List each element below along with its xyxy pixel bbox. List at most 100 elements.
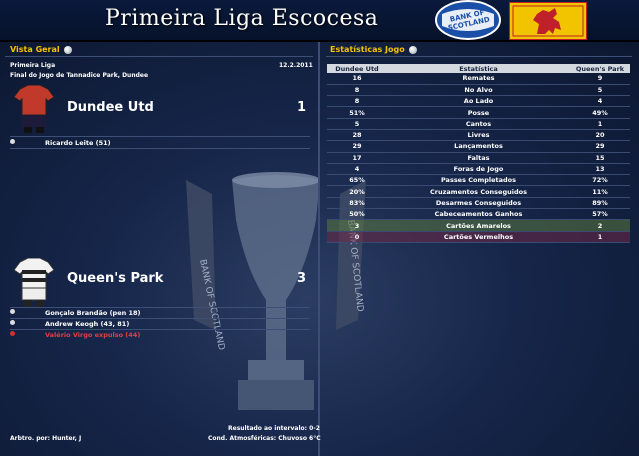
away-stat-value: 4 [570, 95, 630, 108]
home-team-score: 1 [296, 100, 306, 115]
stat-label: No Alvo [387, 84, 570, 97]
info-icon[interactable] [63, 45, 72, 54]
home-stat-value: 4 [327, 163, 387, 176]
goal-icon [10, 139, 15, 144]
table-row: 20% Cruzamentos Conseguidos 11% [327, 185, 630, 198]
away-stat-value: 13 [570, 163, 630, 176]
home-stat-value: 51% [327, 106, 387, 119]
header-home-team[interactable]: Dundee Utd [327, 64, 387, 73]
match-report-panel: BANK OF SCOTLAND BANK OF SCOTLAND Vista … [0, 42, 639, 456]
away-stat-value: 2 [570, 219, 630, 232]
away-team-score: 3 [296, 271, 306, 286]
goal-icon [10, 320, 15, 325]
red-card-icon [10, 331, 15, 336]
away-stat-value: 89% [570, 197, 630, 210]
away-stat-value: 29 [570, 140, 630, 153]
table-row: 83% Desarmes Conseguidos 89% [327, 197, 630, 210]
home-kit-icon [14, 85, 54, 133]
away-goal-event: Gonçalo Brandão (pen 18) [45, 309, 141, 317]
home-stat-value: 83% [327, 197, 387, 210]
stat-label: Cartões Amarelos [387, 219, 570, 232]
home-stat-value: 50% [327, 208, 387, 221]
stat-label: Remates [387, 73, 570, 85]
away-kit-icon [14, 258, 54, 308]
weather-label: Cond. Atmosféricas: Chuvoso 6°C [208, 435, 321, 442]
home-stat-value: 65% [327, 174, 387, 187]
away-stat-value: 57% [570, 208, 630, 221]
away-stat-value: 9 [570, 73, 630, 85]
goal-icon [10, 309, 15, 314]
table-row: 8 No Alvo 5 [327, 84, 630, 97]
away-stat-value: 72% [570, 174, 630, 187]
home-stat-value: 3 [327, 219, 387, 232]
half-time-result: Resultado ao intervalo: 0-2 [228, 425, 320, 432]
table-row: 0 Cartões Vermelhos 1 [327, 231, 630, 243]
table-row: 50% Cabeceamentos Ganhos 57% [327, 208, 630, 221]
stat-label: Foras de Jogo [387, 163, 570, 176]
info-icon[interactable] [408, 45, 417, 54]
table-row: 29 Lançamentos 29 [327, 140, 630, 153]
sponsor-logo: BANK OF SCOTLAND [435, 0, 501, 40]
header-away-team[interactable]: Queen's Park [570, 64, 630, 73]
home-stat-value: 8 [327, 95, 387, 108]
home-stat-value: 29 [327, 140, 387, 153]
table-row: 17 Faltas 15 [327, 152, 630, 164]
stat-label: Cruzamentos Conseguidos [387, 185, 570, 198]
stat-label: Lançamentos [387, 140, 570, 153]
stat-label: Cabeceamentos Ganhos [387, 208, 570, 221]
stat-label: Faltas [387, 152, 570, 164]
table-row: 28 Livres 20 [327, 129, 630, 142]
away-stat-value: 5 [570, 84, 630, 97]
divider [10, 136, 310, 137]
home-stat-value: 16 [327, 73, 387, 85]
competition-label: Primeira Liga [10, 62, 56, 69]
header-statistic: Estatística [387, 64, 570, 73]
match-stats-table: Dundee Utd Estatística Queen's Park 16 Re… [327, 64, 630, 243]
venue-label: Final do Jogo de Tannadice Park, Dundee [10, 72, 149, 79]
away-stat-value: 49% [570, 106, 630, 119]
title-banner: Primeira Liga Escocesa BANK OF SCOTLAND [0, 0, 639, 42]
away-red-card-event: Valério Virgo expulso (44) [45, 331, 141, 339]
table-row: 8 Ao Lado 4 [327, 95, 630, 108]
table-row: 65% Passes Completados 72% [327, 174, 630, 187]
stats-section-title[interactable]: Estatísticas Jogo [330, 45, 417, 54]
stat-label: Posse [387, 106, 570, 119]
stat-label: Cantos [387, 118, 570, 130]
home-stat-value: 0 [327, 231, 387, 243]
away-goal-event: Andrew Keogh (43, 81) [45, 320, 130, 328]
table-row: 3 Cartões Amarelos 2 [327, 219, 630, 232]
match-date: 12.2.2011 [279, 62, 313, 69]
home-stat-value: 17 [327, 152, 387, 164]
divider [5, 56, 313, 57]
overview-title-label: Vista Geral [10, 45, 60, 54]
stat-label: Cartões Vermelhos [387, 231, 570, 243]
away-stat-value: 1 [570, 118, 630, 130]
stat-label: Ao Lado [387, 95, 570, 108]
away-stat-value: 20 [570, 129, 630, 142]
home-stat-value: 5 [327, 118, 387, 130]
stat-label: Livres [387, 129, 570, 142]
stat-label: Desarmes Conseguidos [387, 197, 570, 210]
away-stat-value: 1 [570, 231, 630, 243]
panel-divider [318, 42, 320, 456]
home-team-name[interactable]: Dundee Utd [67, 100, 154, 115]
divider [10, 318, 310, 319]
stat-label: Passes Completados [387, 174, 570, 187]
away-team-name[interactable]: Queen's Park [67, 271, 163, 286]
table-row: 16 Remates 9 [327, 73, 630, 85]
divider [10, 148, 310, 149]
referee-label: Arbtro. por: Hunter, J [10, 435, 82, 442]
home-stat-value: 28 [327, 129, 387, 142]
home-goal-event: Ricardo Leite (51) [45, 139, 111, 147]
table-row: 4 Foras de Jogo 13 [327, 163, 630, 176]
table-row: 5 Cantos 1 [327, 118, 630, 130]
away-stat-value: 11% [570, 185, 630, 198]
overview-section-title[interactable]: Vista Geral [10, 45, 72, 54]
home-stat-value: 20% [327, 185, 387, 198]
lion-rampant-icon [509, 2, 587, 40]
table-row: 51% Posse 49% [327, 106, 630, 119]
away-stat-value: 15 [570, 152, 630, 164]
page-title: Primeira Liga Escocesa [105, 6, 379, 31]
stats-title-label: Estatísticas Jogo [330, 45, 405, 54]
home-stat-value: 8 [327, 84, 387, 97]
